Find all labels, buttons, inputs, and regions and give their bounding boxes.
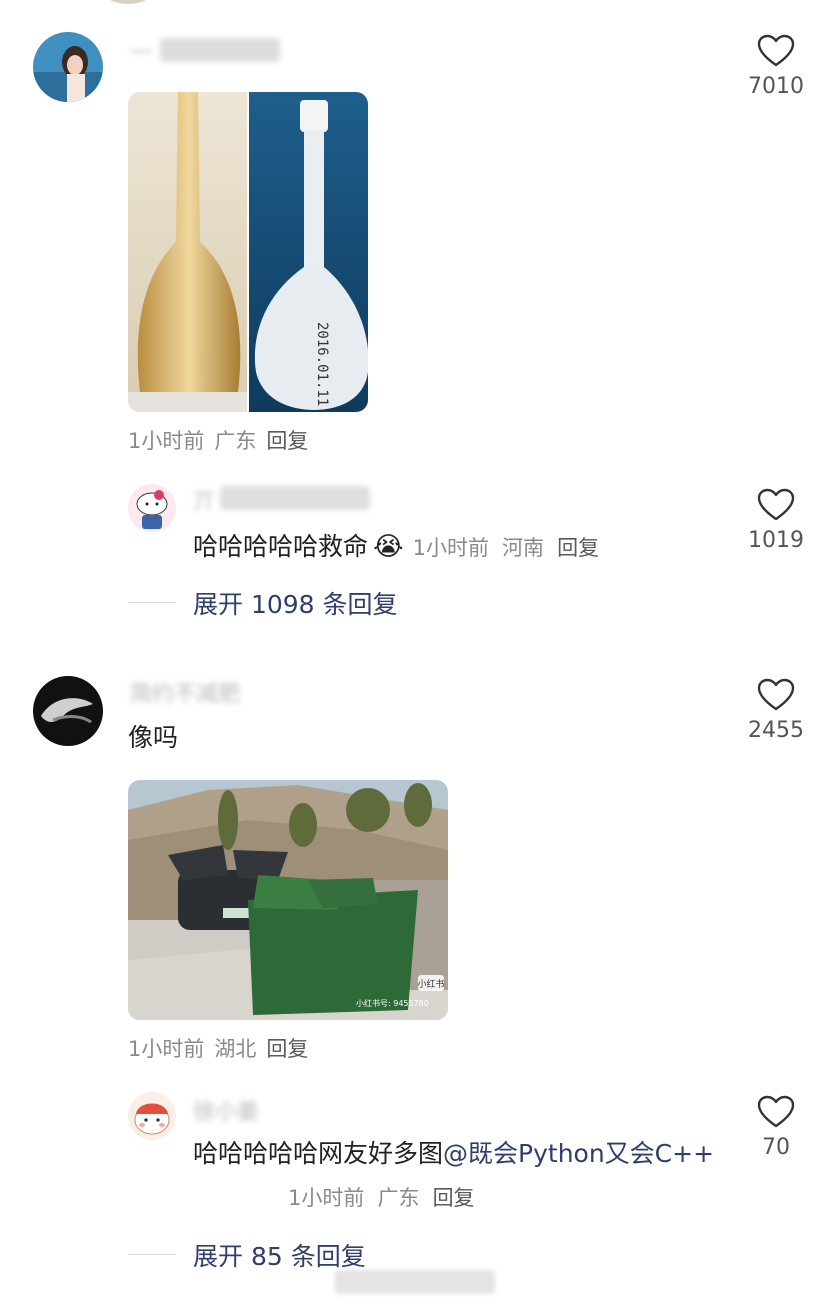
reply-link[interactable]: 回复 <box>266 429 308 453</box>
comment-location: 湖北 <box>214 1037 257 1061</box>
reply-meta: 1小时前 广东 回复 <box>288 1182 475 1212</box>
replier-name[interactable]: 丌 <box>193 484 215 516</box>
avatar-partial <box>100 0 156 4</box>
reply-location: 河南 <box>502 536 545 560</box>
reply-time: 1小时前 <box>288 1186 365 1210</box>
replier-name[interactable]: 徐小姜 <box>193 1094 259 1126</box>
reply-link[interactable]: 回复 <box>266 1037 308 1061</box>
like-button[interactable]: 7010 <box>726 34 826 99</box>
svg-text:2016.01.11: 2016.01.11 <box>314 322 330 406</box>
expand-replies-button[interactable]: 展开 1098 条回复 <box>193 585 398 621</box>
reply-text: 哈哈哈哈哈网友好多图 <box>193 1139 444 1168</box>
avatar[interactable] <box>33 32 103 102</box>
reply-line: 哈哈哈哈哈救命 😭 1小时前 河南 回复 <box>193 527 599 567</box>
reply-time: 1小时前 <box>412 536 489 560</box>
reply-like-button[interactable]: 1019 <box>726 488 826 553</box>
comment-image[interactable]: 小红书 小红书号: 9455780 <box>128 780 448 1020</box>
reply-like-count: 1019 <box>748 528 804 553</box>
comment-time: 1小时前 <box>128 429 205 453</box>
comment-text: 像吗 <box>128 723 179 752</box>
comment-image[interactable]: 2016.01.11 <box>128 92 368 412</box>
expand-replies-button[interactable]: 展开 85 条回复 <box>193 1237 366 1273</box>
heart-icon <box>757 488 795 521</box>
like-count: 7010 <box>748 74 804 99</box>
reply-avatar[interactable] <box>128 484 176 532</box>
commenter-name[interactable]: 一 <box>130 35 152 67</box>
heart-icon <box>757 34 795 67</box>
commenter-name-blurred <box>160 38 280 62</box>
bottom-blur <box>335 1270 495 1294</box>
avatar[interactable] <box>33 676 103 746</box>
crying-emoji-icon: 😭 <box>373 532 404 562</box>
like-button[interactable]: 2455 <box>726 678 826 743</box>
reply-body: 哈哈哈哈哈网友好多图@既会Python又会C++ <box>193 1134 714 1174</box>
heart-icon <box>757 1095 795 1128</box>
commenter-name[interactable]: 简约不减肥 <box>130 676 240 708</box>
reply-like-count: 70 <box>762 1135 790 1160</box>
heart-icon <box>757 678 795 711</box>
reply-like-button[interactable]: 70 <box>726 1095 826 1160</box>
image-watermark: 小红书 <box>417 978 444 990</box>
comment-location: 广东 <box>214 429 257 453</box>
expand-divider <box>128 602 176 603</box>
comment-meta: 1小时前 广东 回复 <box>128 425 308 455</box>
reply-text: 哈哈哈哈哈救命 <box>193 532 369 561</box>
reply-reply-link[interactable]: 回复 <box>557 536 599 560</box>
reply-mention[interactable]: @既会Python又会C++ <box>443 1139 714 1168</box>
comment-time: 1小时前 <box>128 1037 205 1061</box>
replier-name-blurred <box>220 486 370 510</box>
like-count: 2455 <box>748 718 804 743</box>
reply-avatar[interactable] <box>128 1092 176 1140</box>
expand-divider <box>128 1254 176 1255</box>
reply-location: 广东 <box>377 1186 420 1210</box>
comment-meta: 1小时前 湖北 回复 <box>128 1033 308 1063</box>
image-watermark-id: 小红书号: 9455780 <box>356 998 429 1008</box>
reply-reply-link[interactable]: 回复 <box>433 1186 475 1210</box>
